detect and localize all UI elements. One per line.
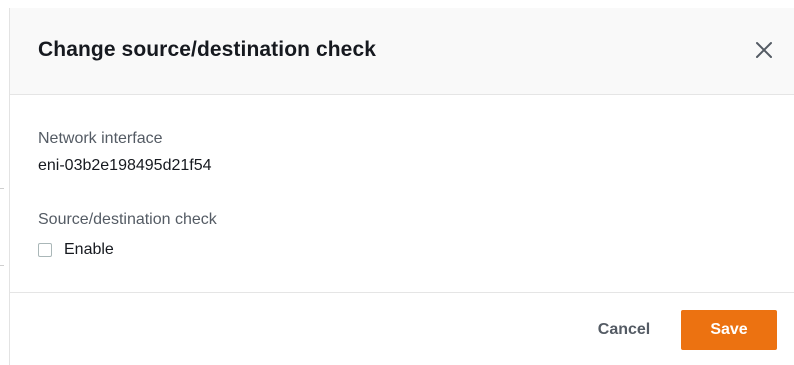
cancel-button[interactable]: Cancel xyxy=(576,310,672,350)
background-page-edge xyxy=(0,0,10,365)
modal-title: Change source/destination check xyxy=(38,38,377,61)
divider xyxy=(0,188,4,189)
change-source-destination-check-modal: Change source/destination check Network … xyxy=(10,8,794,365)
enable-checkbox-label[interactable]: Enable xyxy=(64,241,114,259)
save-button[interactable]: Save xyxy=(681,310,777,350)
modal-body: Network interface eni-03b2e198495d21f54 … xyxy=(10,95,794,292)
close-button[interactable] xyxy=(752,38,776,62)
modal-header: Change source/destination check xyxy=(10,8,794,95)
modal-footer: Cancel Save xyxy=(10,292,794,365)
close-icon xyxy=(756,42,772,58)
enable-checkbox[interactable] xyxy=(38,243,52,257)
network-interface-label: Network interface xyxy=(38,130,163,147)
page: Change source/destination check Network … xyxy=(0,0,794,365)
enable-checkbox-row[interactable]: Enable xyxy=(38,241,114,259)
source-destination-check-label: Source/destination check xyxy=(38,211,217,228)
divider xyxy=(0,265,4,266)
network-interface-value: eni-03b2e198495d21f54 xyxy=(38,157,212,174)
